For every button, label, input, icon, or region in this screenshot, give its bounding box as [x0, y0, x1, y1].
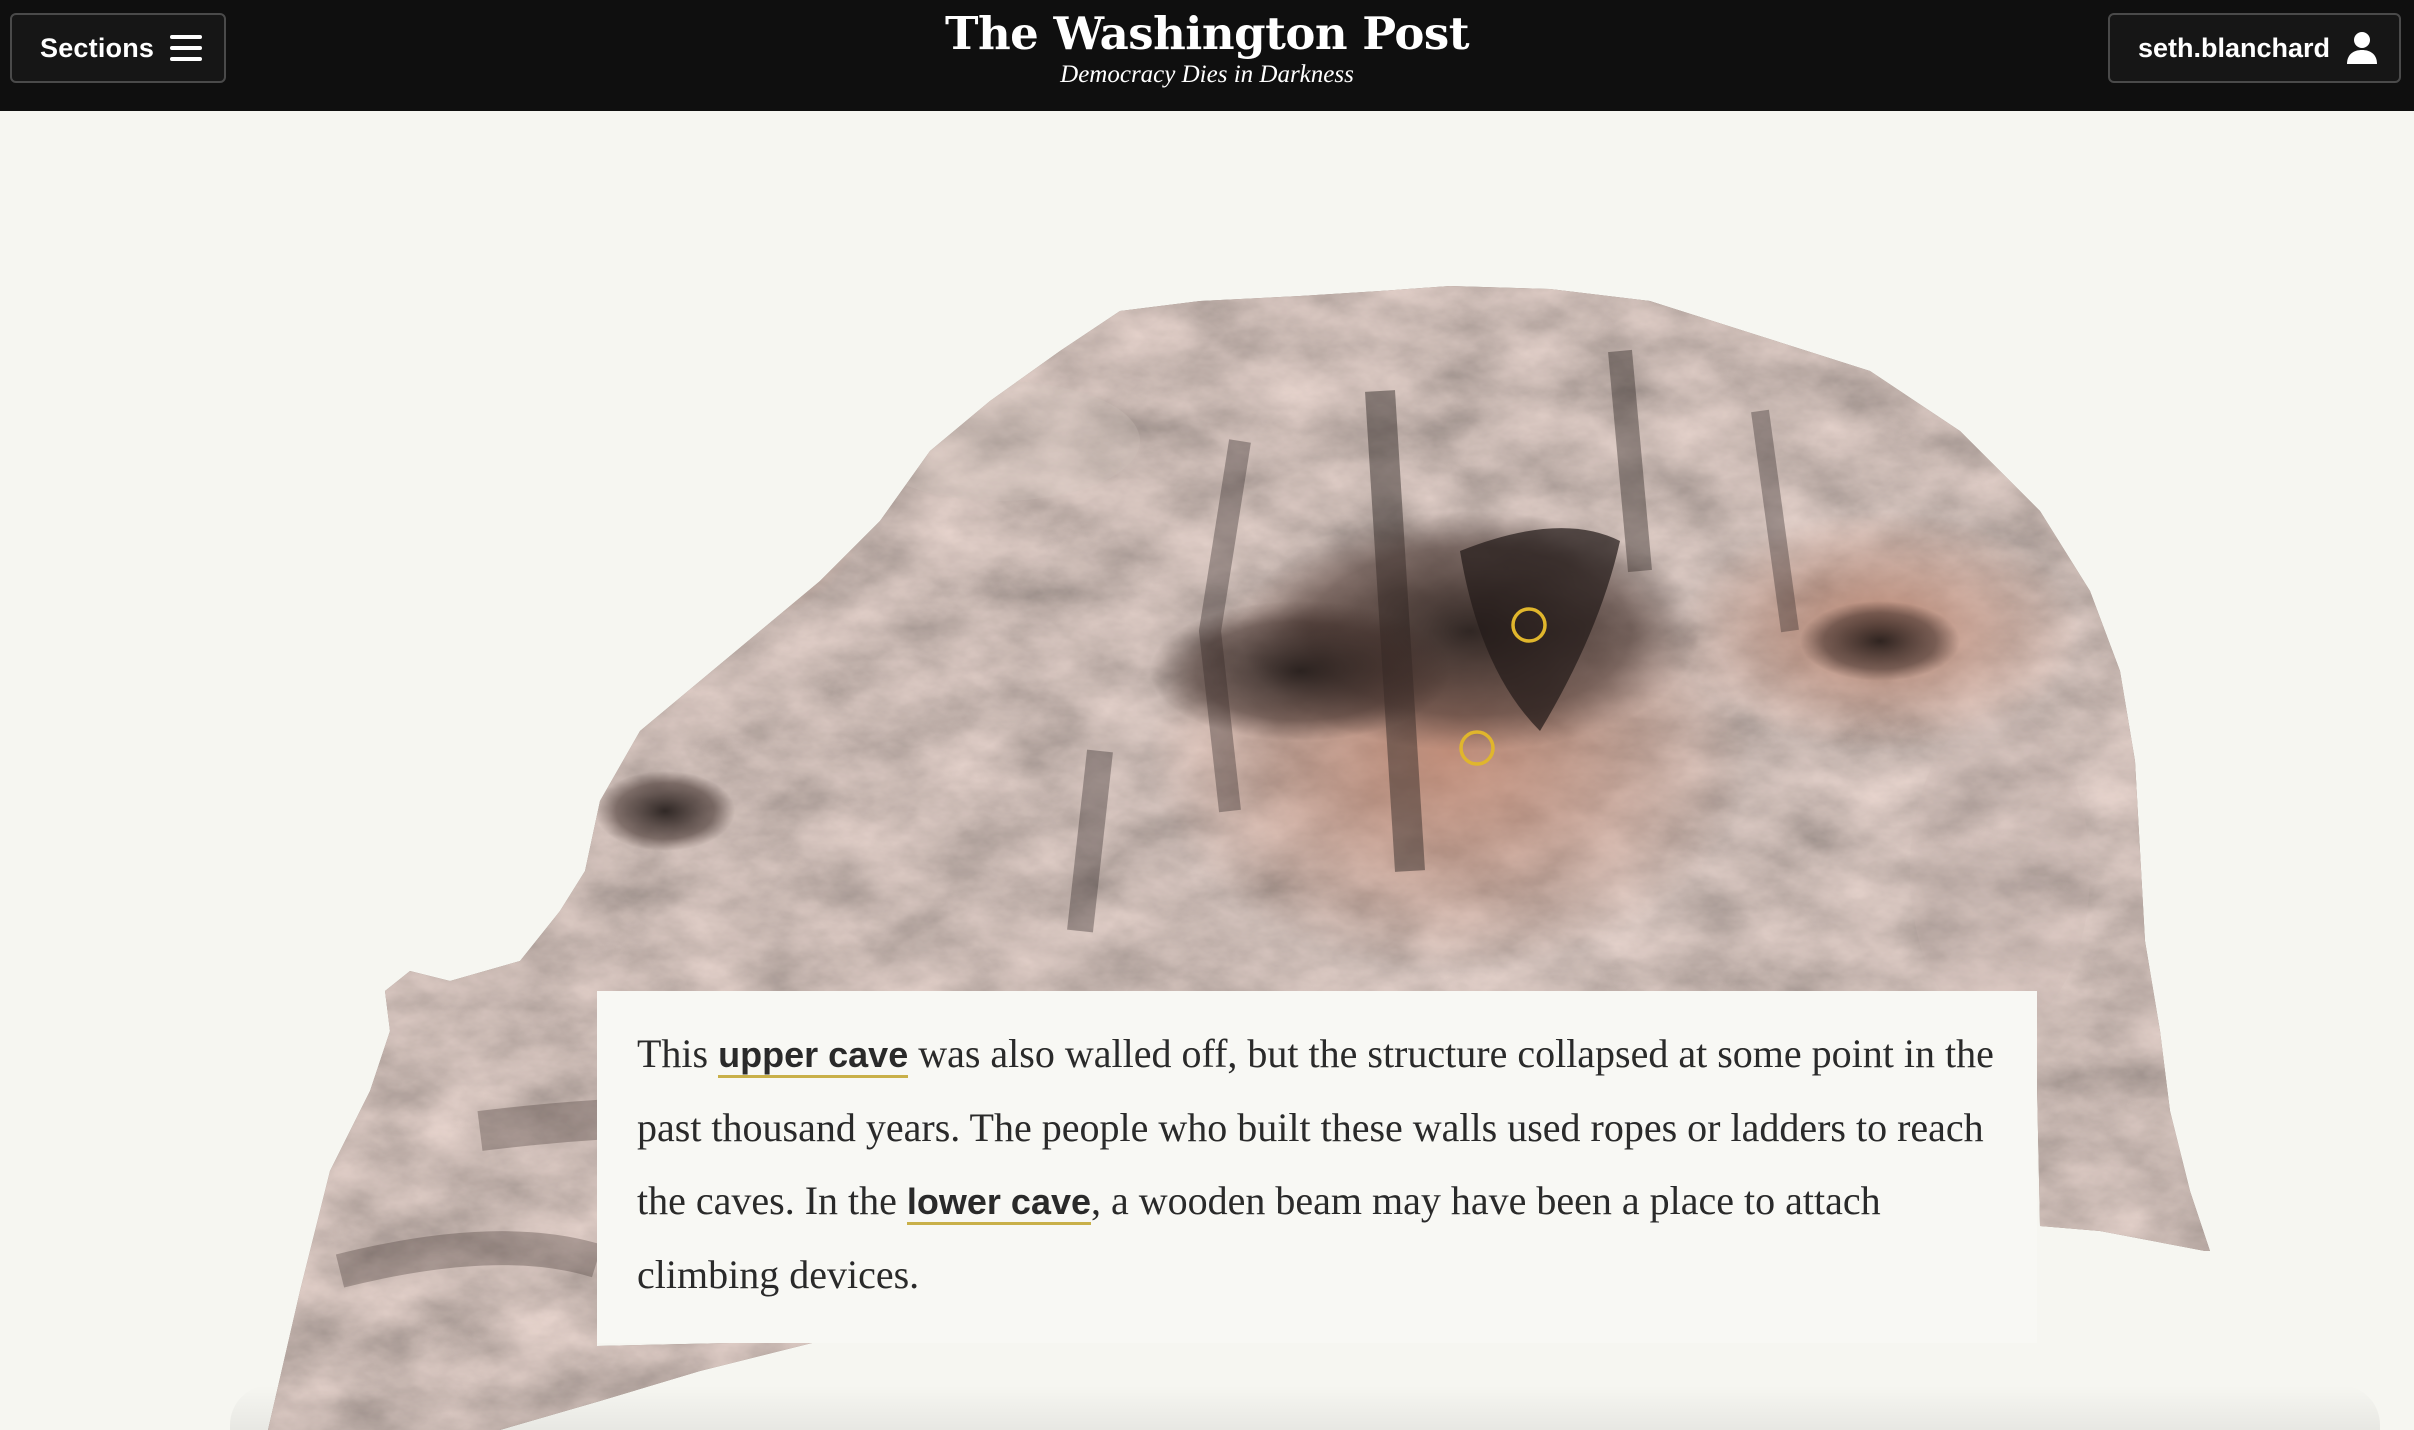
lower-cave-link[interactable]: lower cave [906, 1181, 1092, 1225]
masthead: The Washington Post Democracy Dies in Da… [0, 6, 2414, 90]
upper-cave-link[interactable]: upper cave [718, 1034, 909, 1078]
top-navigation-bar: Sections The Washington Post Democracy D… [0, 0, 2414, 111]
user-icon [2347, 32, 2378, 64]
next-panel-edge [230, 1385, 2380, 1430]
tagline: Democracy Dies in Darkness [1060, 61, 1354, 88]
caption-text: This [637, 1031, 719, 1076]
story-caption: This upper cave was also walled off, but… [597, 991, 2037, 1343]
account-name: seth.blanchard [2138, 32, 2331, 63]
account-button[interactable]: seth.blanchard [2108, 13, 2401, 83]
washington-post-logo[interactable]: The Washington Post [0, 6, 2414, 62]
